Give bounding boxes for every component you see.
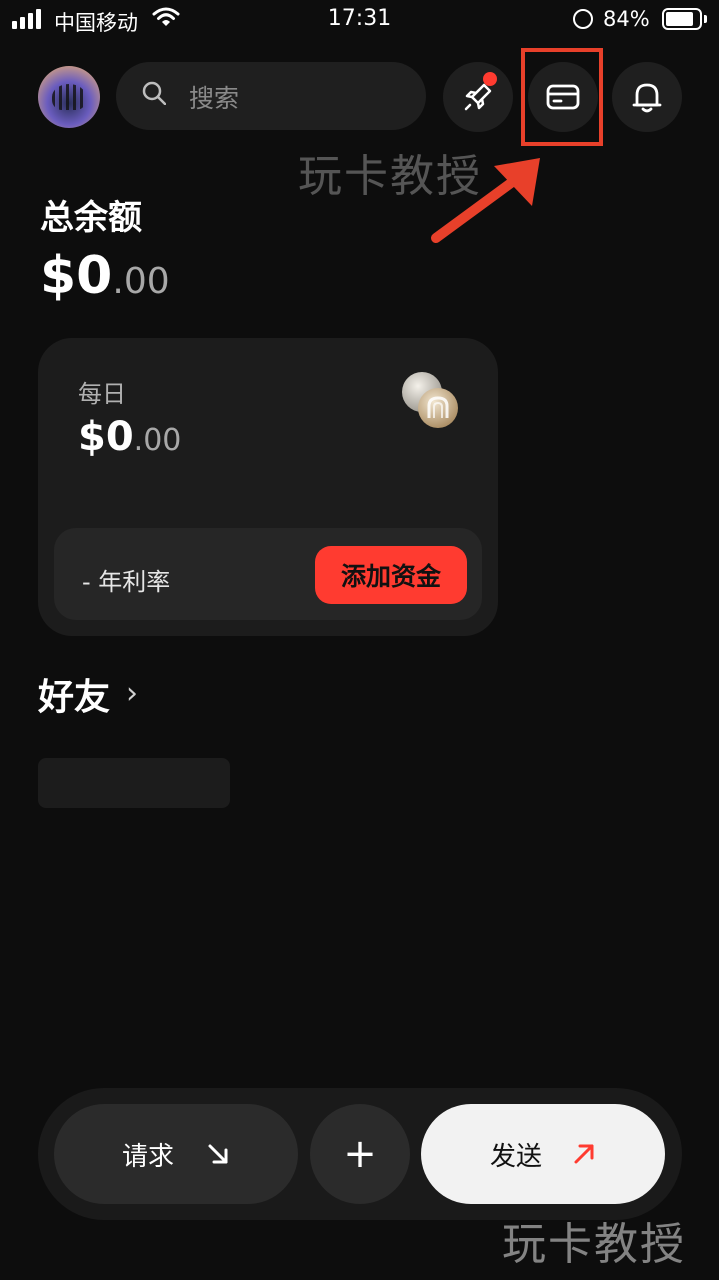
daily-amount-main: $0 — [78, 414, 134, 460]
total-balance-label: 总余额 — [40, 198, 142, 238]
battery-percentage: 84% — [603, 7, 650, 31]
watermark-bottom: 玩卡教授 — [502, 1219, 686, 1270]
friends-title[interactable]: 好友 — [38, 668, 110, 720]
rewards-button[interactable] — [443, 62, 513, 132]
friends-loading-placeholder — [38, 758, 230, 808]
notifications-button[interactable] — [612, 62, 682, 132]
request-button[interactable]: 请求 — [54, 1104, 298, 1204]
send-button[interactable]: 发送 — [421, 1104, 665, 1204]
total-balance-amount: $0.00 — [40, 246, 170, 306]
coins-icon — [402, 372, 458, 428]
send-label: 发送 — [489, 1141, 542, 1172]
request-label: 请求 — [121, 1141, 174, 1172]
add-button[interactable]: + — [310, 1104, 410, 1204]
search-icon — [142, 81, 166, 105]
highlight-box — [521, 48, 603, 146]
add-funds-button[interactable]: 添加资金 — [315, 546, 467, 604]
chevron-right-icon[interactable]: › — [126, 676, 138, 711]
battery-icon — [662, 8, 702, 30]
rotation-lock-icon — [573, 9, 593, 29]
daily-amount-cents: .00 — [133, 423, 182, 458]
total-balance-main: $0 — [40, 246, 113, 306]
arrow-up-right-icon — [574, 1144, 594, 1164]
search-placeholder: 搜索 — [189, 84, 240, 113]
notification-dot — [483, 72, 497, 86]
daily-amount: $0.00 — [78, 414, 181, 460]
total-balance-cents: .00 — [112, 261, 170, 302]
daily-label: 每日 — [78, 380, 126, 408]
battery-nub — [704, 15, 707, 23]
arrow-down-right-icon — [208, 1144, 228, 1164]
bell-icon — [632, 83, 662, 113]
status-bar: 中国移动 17:31 84% — [0, 0, 719, 40]
annotation-arrow — [431, 158, 540, 243]
avatar[interactable] — [38, 66, 100, 128]
annual-rate-label: - 年利率 — [82, 568, 171, 596]
